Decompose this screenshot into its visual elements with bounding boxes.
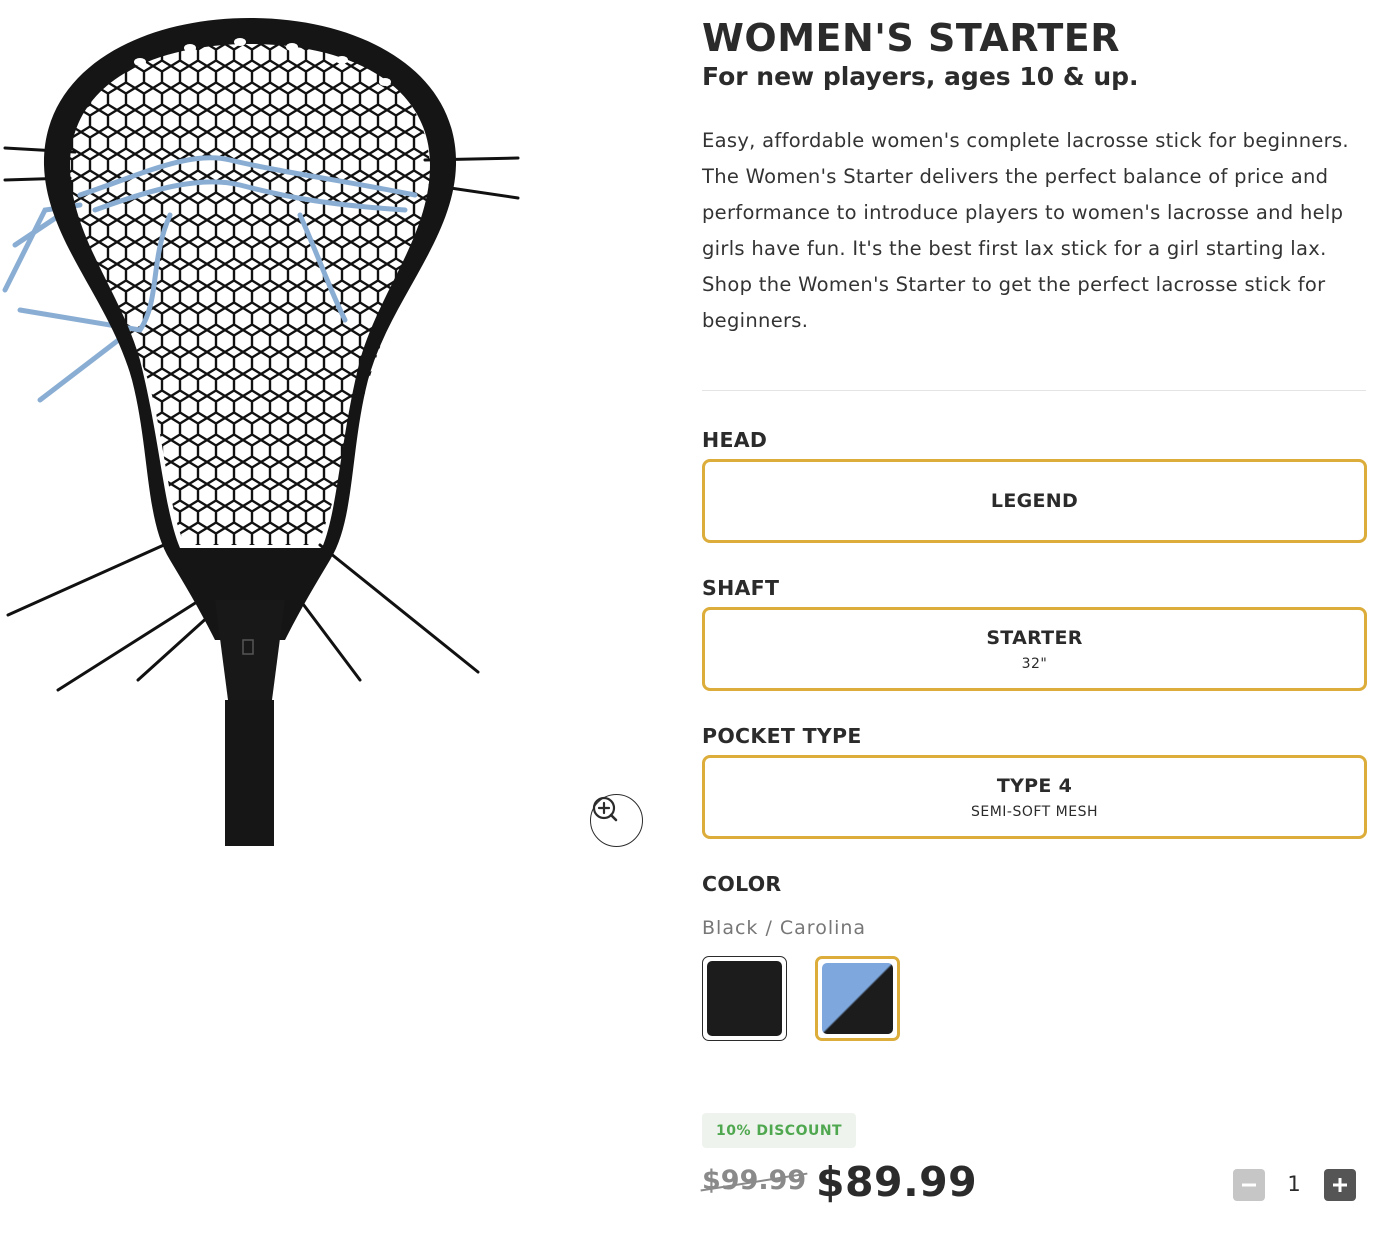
pocket-type-option[interactable]: TYPE 4 SEMI-SOFT MESH [702, 755, 1367, 839]
shaft-option[interactable]: STARTER 32" [702, 607, 1367, 691]
quantity-increase-button[interactable] [1324, 1169, 1356, 1201]
color-swatch-black-carolina[interactable] [815, 956, 900, 1041]
original-price: $99.99 [702, 1165, 807, 1196]
product-description: Easy, affordable women's complete lacros… [702, 129, 1349, 332]
discount-badge: 10% DISCOUNT [702, 1113, 857, 1148]
quantity-decrease-button[interactable] [1233, 1169, 1265, 1201]
zoom-button[interactable] [590, 794, 643, 847]
head-label: HEAD [702, 428, 768, 452]
lacrosse-stick-head-image [2, 18, 520, 846]
zoom-in-icon [592, 796, 618, 822]
shaft-option-detail: 32" [1021, 655, 1048, 672]
product-subtitle: For new players, ages 10 & up. [702, 62, 1139, 91]
shaft-option-value: STARTER [986, 626, 1083, 649]
plus-icon [1333, 1178, 1347, 1192]
swatch-fill [707, 961, 782, 1036]
selected-color-name: Black / Carolina [702, 917, 867, 939]
pocket-type-option-detail: SEMI-SOFT MESH [970, 803, 1099, 820]
divider [702, 390, 1366, 391]
color-label: COLOR [702, 872, 782, 896]
shaft-label: SHAFT [702, 576, 780, 600]
pocket-type-label: POCKET TYPE [702, 724, 862, 748]
product-image-gallery [0, 0, 660, 860]
head-option[interactable]: LEGEND [702, 459, 1367, 543]
swatch-fill [822, 963, 893, 1034]
sale-price: $89.99 [816, 1158, 978, 1206]
quantity-value[interactable]: 1 [1284, 1172, 1304, 1196]
pocket-type-option-value: TYPE 4 [996, 774, 1073, 797]
minus-icon [1242, 1183, 1256, 1187]
head-option-value: LEGEND [990, 490, 1079, 512]
color-swatch-black[interactable] [702, 956, 787, 1041]
product-title: WOMEN'S STARTER [702, 16, 1120, 60]
